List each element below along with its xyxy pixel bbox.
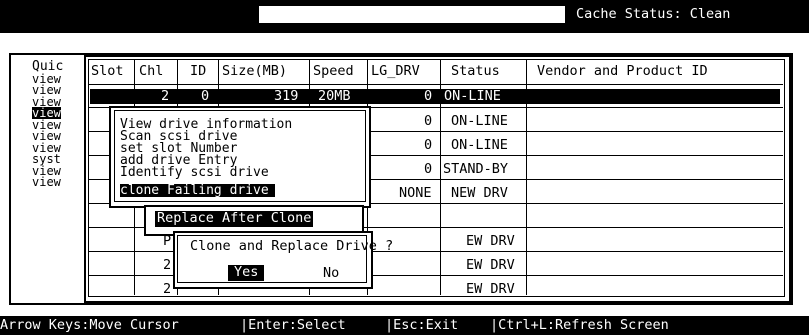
cell-status: NEW DRV bbox=[451, 185, 508, 201]
hint-esc: |Esc:Exit bbox=[385, 317, 459, 333]
column-header-lg-drv: LG_DRV bbox=[371, 63, 420, 79]
cell-id: 0 bbox=[201, 88, 210, 104]
column-header-speed: Speed bbox=[313, 63, 354, 79]
cell-lg-drv: 0 bbox=[424, 137, 433, 153]
submenu-item-replace-after-clone[interactable]: Replace After Clone bbox=[155, 211, 314, 227]
cell-lg-drv: 0 bbox=[424, 113, 433, 129]
cell-chl: 2 bbox=[163, 281, 172, 297]
hint-enter: |Enter:Select bbox=[240, 317, 346, 333]
status-strip bbox=[259, 6, 565, 23]
table-row-selected[interactable]: 2 0 319 20MB 0 ON-LINE bbox=[90, 89, 780, 104]
cell-status: STAND-BY bbox=[443, 161, 509, 177]
cell-chl: 2 bbox=[161, 88, 170, 104]
column-header-chl: Chl bbox=[139, 63, 164, 79]
cell-status-partial: EW DRV bbox=[466, 281, 515, 297]
cell-size: 319 bbox=[274, 88, 299, 104]
column-header-vendor: Vendor and Product ID bbox=[537, 63, 708, 79]
dialog-title: Clone and Replace Drive ? bbox=[190, 238, 394, 254]
cell-status: ON-LINE bbox=[444, 88, 501, 104]
main-menu-item[interactable]: view bbox=[32, 176, 61, 188]
yes-button[interactable]: Yes bbox=[228, 265, 265, 281]
column-header-slot: Slot bbox=[91, 63, 124, 79]
column-header-status: Status bbox=[451, 63, 500, 79]
cell-lg-drv: 0 bbox=[424, 161, 433, 177]
cell-status-partial: EW DRV bbox=[466, 233, 515, 249]
header-divider bbox=[88, 84, 783, 85]
menu-item-clone-failing-drive[interactable]: clone Failing drive bbox=[120, 184, 275, 197]
no-button[interactable]: No bbox=[323, 266, 339, 281]
cell-slot-partial: P bbox=[163, 233, 172, 249]
cell-lg-drv: NONE bbox=[399, 185, 432, 201]
cell-lg-drv: 0 bbox=[424, 88, 433, 104]
column-header-id: ID bbox=[190, 63, 207, 79]
column-header-size: Size(MB) bbox=[222, 63, 288, 79]
hint-arrow-keys: Arrow Keys:Move Cursor bbox=[0, 317, 179, 333]
menu-item-identify-scsi-drive[interactable]: Identify scsi drive bbox=[120, 166, 269, 179]
cell-speed: 20MB bbox=[318, 88, 351, 104]
hint-ctrl-l: |Ctrl+L:Refresh Screen bbox=[490, 317, 669, 333]
cell-chl: 2 bbox=[163, 257, 172, 273]
cache-status: Cache Status: Clean bbox=[576, 6, 731, 22]
cell-status: ON-LINE bbox=[451, 137, 508, 153]
cell-status-partial: EW DRV bbox=[466, 257, 515, 273]
cell-status: ON-LINE bbox=[451, 113, 508, 129]
